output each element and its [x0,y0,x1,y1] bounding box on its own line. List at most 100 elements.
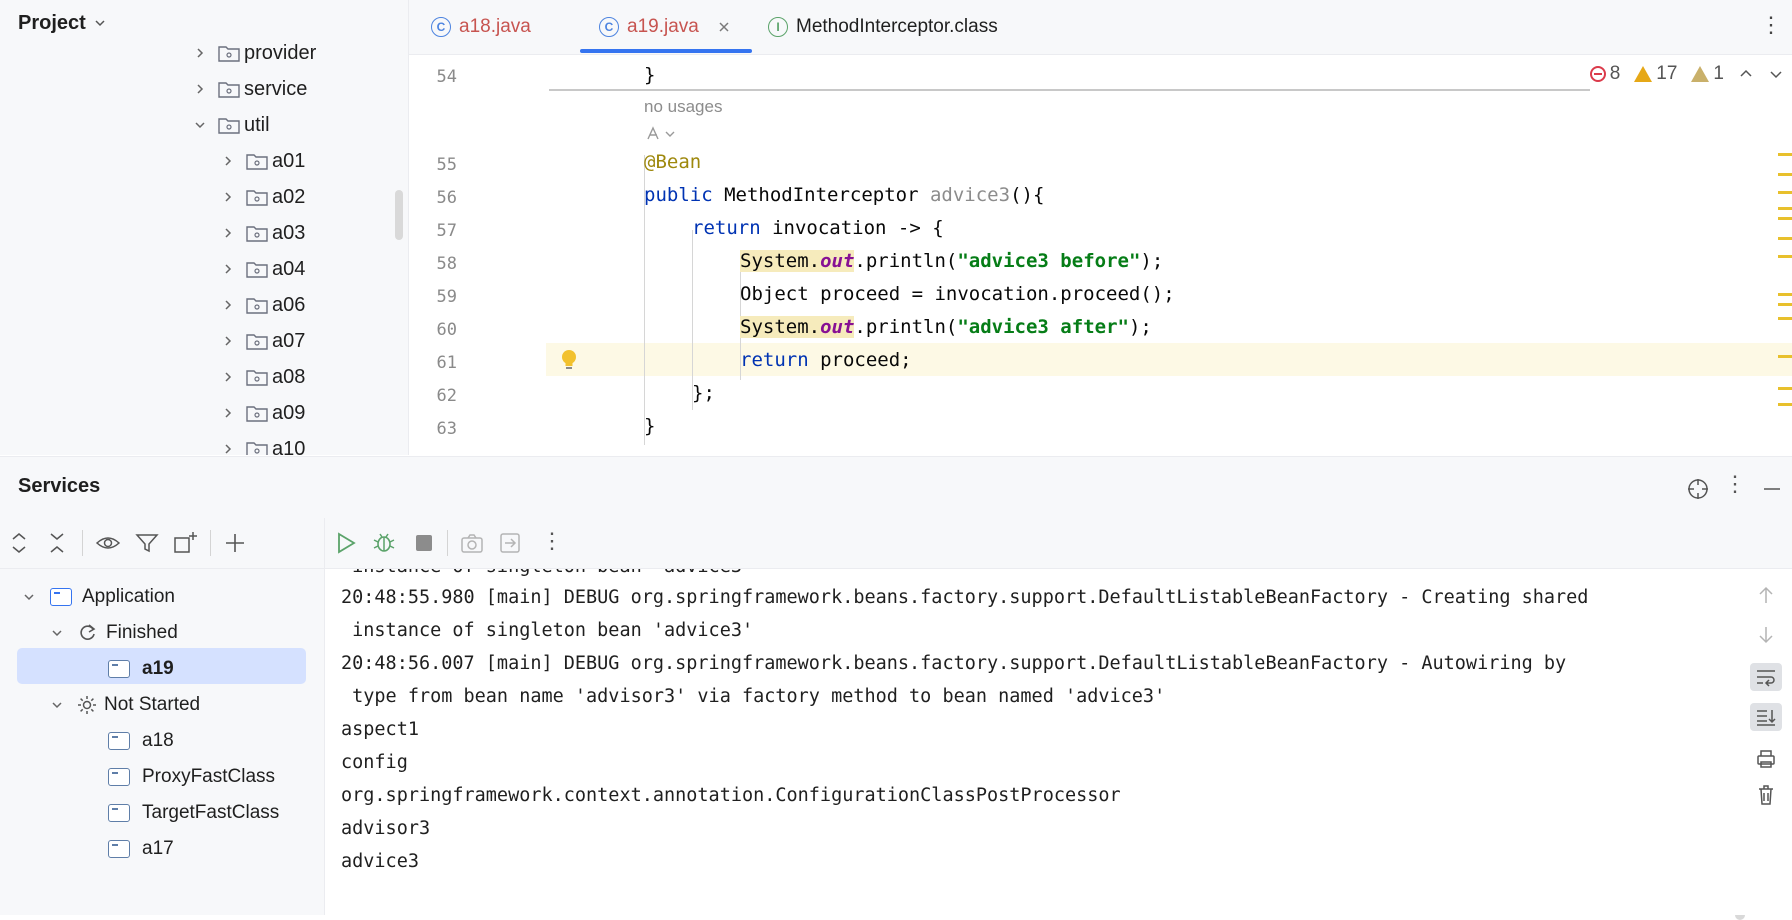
chevron-right-icon[interactable] [218,259,238,279]
tree-item-a10[interactable]: a10 [218,432,305,455]
print-icon[interactable] [1750,745,1782,773]
chevron-down-icon[interactable] [20,591,38,603]
service-node-not-started[interactable]: Not Started [48,688,200,722]
warning-stripe-mark[interactable] [1778,191,1792,194]
service-node-finished[interactable]: Finished [48,616,178,650]
attach-icon[interactable] [497,530,523,556]
tree-item-a07[interactable]: a07 [218,324,305,358]
warning-stripe-mark[interactable] [1778,153,1792,156]
soft-wrap-icon[interactable] [1750,663,1782,691]
tab-a19-java[interactable]: C a19.java [599,0,731,54]
chevron-right-icon[interactable] [218,331,238,351]
more-vertical-icon[interactable]: ⋮ [1760,12,1782,38]
warning-stripe-mark[interactable] [1778,217,1792,220]
arrow-up-icon[interactable] [1750,581,1782,609]
tab-a18-java[interactable]: C a18.java [431,0,531,54]
tree-item-label: a04 [272,257,306,280]
tree-item-a04[interactable]: a04 [218,252,305,286]
scroll-to-end-icon[interactable] [1750,703,1782,731]
more-vertical-icon[interactable]: ⋮ [541,528,563,554]
expand-all-icon[interactable] [8,530,30,556]
tree-item-a01[interactable]: a01 [218,144,305,178]
warning-icon [1634,66,1653,82]
new-group-icon[interactable] [172,530,200,556]
trash-icon[interactable] [1750,781,1782,809]
service-node-targetfastclass[interactable]: TargetFastClass [108,796,279,830]
warning-stripe-mark[interactable] [1778,303,1792,306]
warning-stripe-mark[interactable] [1778,387,1792,390]
chevron-right-icon[interactable] [218,439,238,455]
service-node-a19[interactable]: a19 [108,652,174,686]
debug-icon[interactable] [371,530,397,556]
crosshair-icon[interactable] [1686,477,1710,501]
chevron-right-icon[interactable] [218,403,238,423]
line-number: 58 [436,254,457,274]
collapse-all-icon[interactable] [46,530,68,556]
chevron-down-icon[interactable] [48,627,66,639]
services-title: Services [18,475,101,497]
console-output[interactable]: instance of singleton bean 'advice3' 20:… [325,569,1732,915]
arrow-down-icon[interactable] [1750,621,1782,649]
toolbar-separator [82,530,83,556]
package-folder-icon [246,190,268,206]
line-number: 63 [436,419,457,439]
warning-count[interactable]: 17 [1634,63,1677,85]
chevron-right-icon[interactable] [218,223,238,243]
error-count[interactable]: 8 [1589,63,1620,85]
chevron-down-icon[interactable] [1768,66,1784,82]
run-icon[interactable] [333,530,359,556]
chevron-right-icon[interactable] [190,79,210,99]
chevron-up-icon[interactable] [1738,66,1754,82]
tree-item-a06[interactable]: a06 [218,288,305,322]
line-number: 57 [436,221,457,241]
add-service-icon[interactable] [222,530,248,556]
tree-item-service[interactable]: service [190,72,307,106]
service-node-a18[interactable]: a18 [108,724,174,758]
tree-item-a02[interactable]: a02 [218,180,305,214]
inspection-widget[interactable]: 8 17 1 [1589,55,1792,93]
chevron-right-icon[interactable] [218,367,238,387]
chevron-down-icon [95,20,105,27]
tree-item-a08[interactable]: a08 [218,360,305,394]
code-editor[interactable]: 54 55 56 57 58 59 60 61 62 63 } no usage… [409,55,1792,455]
filter-icon[interactable] [134,530,160,556]
chevron-right-icon[interactable] [218,151,238,171]
warning-stripe-mark[interactable] [1778,317,1792,320]
project-view-selector[interactable]: Project [18,10,108,36]
chevron-right-icon[interactable] [218,295,238,315]
tree-item-util[interactable]: util [190,108,270,142]
usages-hint[interactable]: no usages [644,97,722,117]
tree-item-a03[interactable]: a03 [218,216,305,250]
warning-stripe-mark[interactable] [1778,207,1792,210]
warning-stripe-mark[interactable] [1778,403,1792,406]
stop-icon[interactable] [411,530,437,556]
tree-item-a09[interactable]: a09 [218,396,305,430]
service-node-a17[interactable]: a17 [108,832,174,866]
more-vertical-icon[interactable]: ⋮ [1724,471,1746,497]
weak-warning-count[interactable]: 1 [1691,63,1724,85]
close-icon[interactable] [717,20,731,34]
eye-icon[interactable] [94,530,122,556]
chevron-down-icon[interactable] [190,115,210,135]
chevron-right-icon[interactable] [218,187,238,207]
line-number: 54 [436,67,457,87]
lightbulb-icon[interactable] [560,349,578,373]
tab-methodinterceptor-class[interactable]: I MethodInterceptor.class [768,0,998,54]
chevron-down-icon[interactable] [48,699,66,711]
code-token: ); [1140,250,1164,272]
service-node-proxyfastclass[interactable]: ProxyFastClass [108,760,275,794]
service-node-application[interactable]: Application [20,580,175,614]
console-line: config [341,752,408,773]
warning-stripe-mark[interactable] [1778,173,1792,176]
chevron-right-icon[interactable] [190,43,210,63]
package-folder-icon [218,118,240,134]
project-scrollbar[interactable] [395,190,403,240]
minimize-icon[interactable] [1760,477,1784,501]
warning-stripe-mark[interactable] [1778,255,1792,258]
tree-item-provider[interactable]: provider [190,36,316,70]
warning-stripe-mark[interactable] [1778,293,1792,296]
camera-icon[interactable] [459,530,485,556]
warning-stripe-mark[interactable] [1778,355,1792,358]
ai-assistant-icon[interactable] [644,125,678,143]
warning-stripe-mark[interactable] [1778,237,1792,240]
